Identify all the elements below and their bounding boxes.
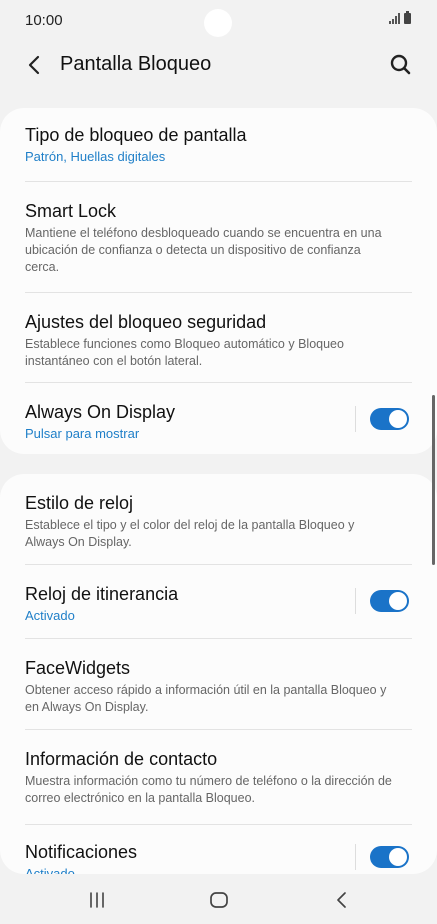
always-on-display-toggle[interactable] [370,408,409,430]
item-subtitle: Activado [25,866,75,874]
item-title: Smart Lock [25,201,117,221]
list-item-facewidgets[interactable]: FaceWidgets Obtener acceso rápido a info… [0,639,437,730]
list-item-contact-info[interactable]: Información de contacto Muestra informac… [0,730,437,825]
list-item-roaming-clock[interactable]: Reloj de itinerancia Activado [0,565,437,639]
toggle-separator [355,588,356,614]
home-button[interactable] [206,887,232,913]
list-item-clock-style[interactable]: Estilo de reloj Establece el tipo y el c… [0,474,437,565]
item-title: Ajustes del bloqueo seguridad [25,312,267,332]
item-description: Muestra información como tu número de te… [25,774,392,805]
toggle-separator [355,406,356,432]
item-description: Obtener acceso rápido a información útil… [25,683,387,714]
item-subtitle: Pulsar para mostrar [25,426,140,441]
status-icons [389,11,411,24]
roaming-clock-toggle[interactable] [370,590,409,612]
status-time: 10:00 [25,12,63,29]
toggle-wrap [355,402,409,436]
battery-icon [404,11,411,24]
recents-button[interactable] [84,887,110,913]
scrollbar[interactable] [432,395,435,565]
status-bar: 10:00 [0,0,437,42]
back-button[interactable] [22,52,48,78]
item-title: Información de contacto [25,749,218,769]
toggle-wrap [355,840,409,874]
display-settings-card: Estilo de reloj Establece el tipo y el c… [0,474,437,874]
item-description: Establece funciones como Bloqueo automát… [25,337,344,368]
list-item-screen-lock-type[interactable]: Tipo de bloqueo de pantalla Patrón, Huel… [0,108,437,182]
notifications-toggle[interactable] [370,846,409,868]
item-title: Notificaciones [25,842,138,862]
item-subtitle: Patrón, Huellas digitales [25,149,166,164]
toggle-wrap [355,584,409,618]
item-title: Tipo de bloqueo de pantalla [25,125,247,145]
toggle-knob [389,410,407,428]
item-title: Estilo de reloj [25,493,134,513]
app-header: Pantalla Bloqueo [0,42,437,90]
item-subtitle: Activado [25,608,75,623]
item-title: Reloj de itinerancia [25,584,179,604]
recents-icon [90,892,104,908]
lock-settings-card: Tipo de bloqueo de pantalla Patrón, Huel… [0,108,437,454]
search-icon [390,54,411,75]
navigation-bar [0,874,437,924]
nav-back-icon [337,892,346,908]
list-item-always-on-display[interactable]: Always On Display Pulsar para mostrar [0,383,437,454]
item-description: Establece el tipo y el color del reloj d… [25,518,355,549]
front-camera [204,9,232,37]
list-item-notifications[interactable]: Notificaciones Activado [0,825,437,874]
search-button[interactable] [387,51,415,79]
home-icon [210,892,228,908]
list-item-smart-lock[interactable]: Smart Lock Mantiene el teléfono desbloqu… [0,182,437,293]
toggle-separator [355,844,356,870]
toggle-knob [389,592,407,610]
nav-back-button[interactable] [329,887,355,913]
item-title: Always On Display [25,402,176,422]
item-title: FaceWidgets [25,658,131,678]
list-item-secure-lock-settings[interactable]: Ajustes del bloqueo seguridad Establece … [0,293,437,383]
signal-icon [389,13,400,24]
chevron-left-icon [28,55,40,75]
item-description: Mantiene el teléfono desbloqueado cuando… [25,226,382,274]
toggle-knob [389,848,407,866]
page-title: Pantalla Bloqueo [60,53,212,75]
